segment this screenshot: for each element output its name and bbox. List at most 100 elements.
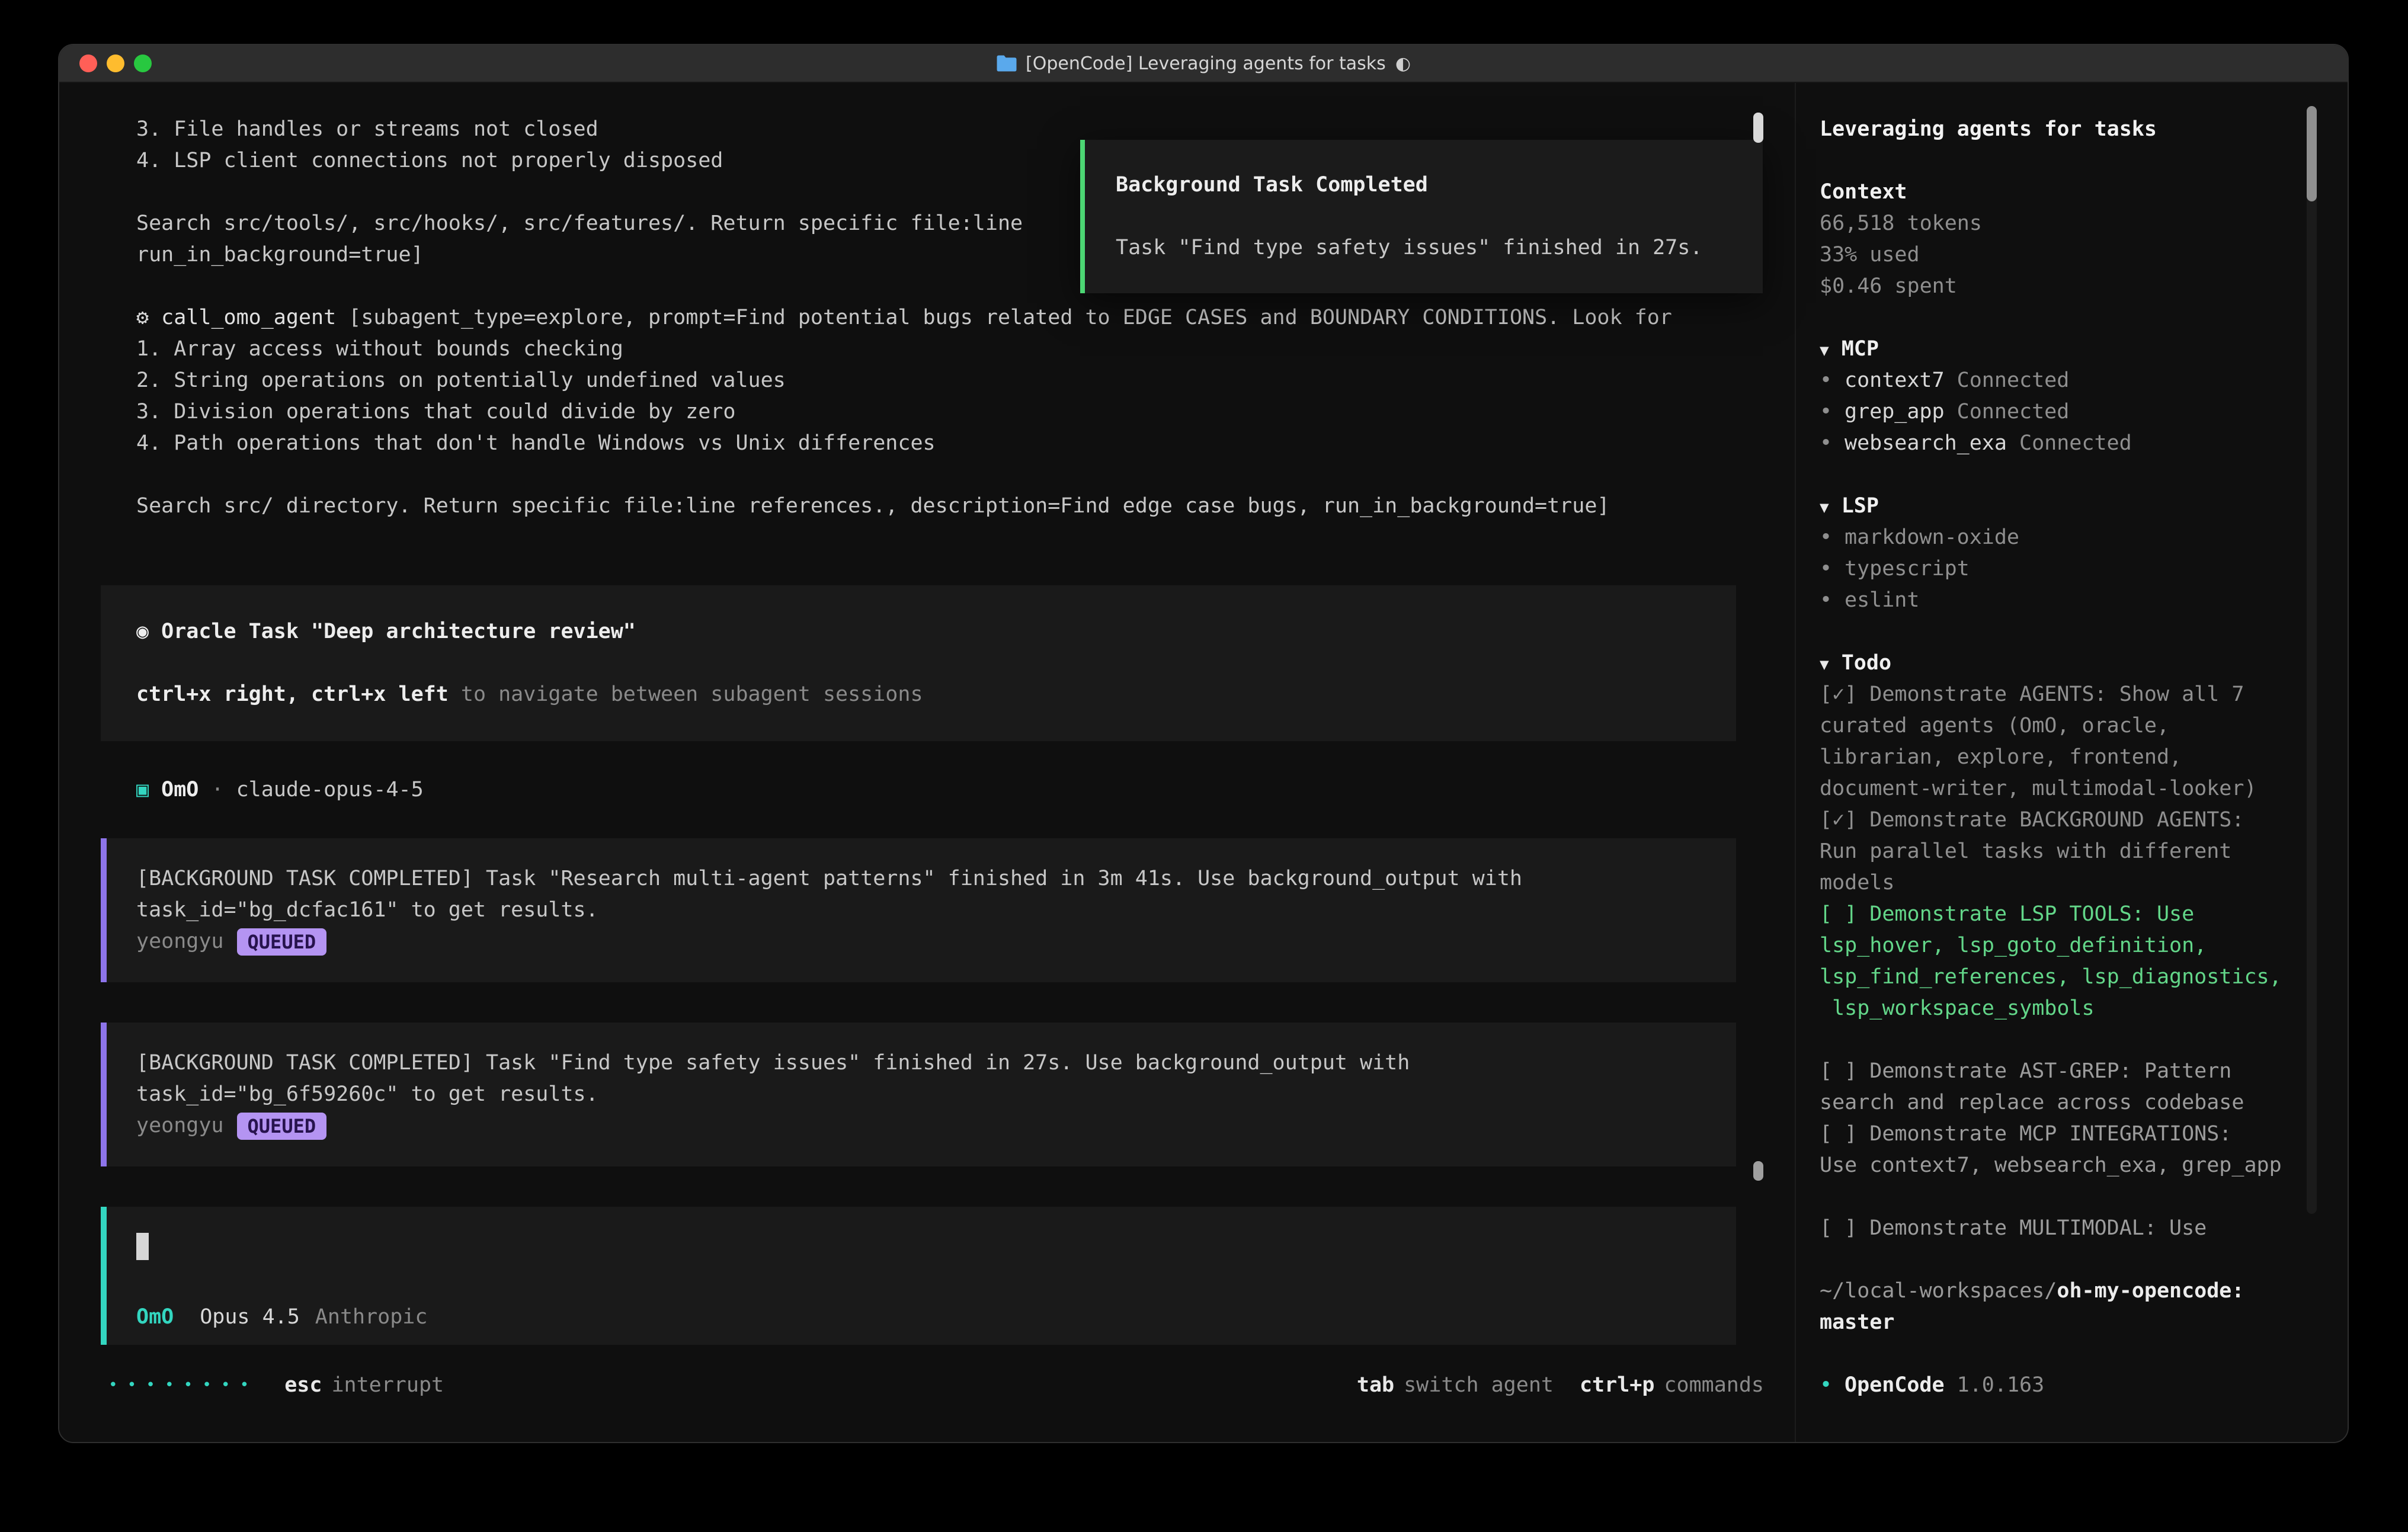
context-section: Context 66,518 tokens 33% used $0.46 spe… (1820, 177, 2324, 302)
context-heading: Context (1820, 177, 2324, 208)
input-line[interactable] (136, 1230, 1701, 1262)
message-author: yeongyu (136, 930, 224, 953)
workspace-path: ~/local-workspaces/oh-my-opencode: (1820, 1275, 2324, 1307)
workspace-branch: master (1820, 1307, 2324, 1338)
input-provider-label: Anthropic (315, 1305, 428, 1329)
window-title-text: [OpenCode] Leveraging agents for tasks (1026, 53, 1386, 74)
lsp-item: •typescript (1820, 553, 2324, 585)
sidebar-title: Leveraging agents for tasks (1820, 114, 2324, 145)
folder-icon (996, 55, 1017, 72)
todo-line: curated agents (OmO, oracle, (1820, 710, 2324, 742)
fisheye-icon: ◉ (136, 620, 149, 643)
spinner-dots: •••••••• (108, 1370, 258, 1401)
message-text-line: task_id="bg_6f59260c" to get results. (136, 1079, 1701, 1110)
lsp-item: •eslint (1820, 585, 2324, 616)
tool-call-line: 4. Path operations that don't handle Win… (136, 428, 1795, 459)
message-text-line: [BACKGROUND TASK COMPLETED] Task "Find t… (136, 1047, 1701, 1079)
bullet-icon: • (1820, 522, 1845, 553)
tool-call-line: 1. Array access without bounds checking (136, 334, 1795, 365)
lsp-section: ▼ LSP •markdown-oxide •typescript •eslin… (1820, 491, 2324, 616)
ctrlp-key-hint: ctrl+pcommands (1580, 1370, 1764, 1401)
todo-line: search and replace across codebase (1820, 1087, 2324, 1118)
background-message: [BACKGROUND TASK COMPLETED] Task "Find t… (101, 1023, 1736, 1166)
oracle-task-panel[interactable]: ◉ Oracle Task "Deep architecture review"… (101, 585, 1736, 741)
context-used: 33% used (1820, 239, 2324, 271)
zoom-button[interactable] (134, 55, 152, 72)
todo-item: [ ] Demonstrate MCP INTEGRATIONS: Use co… (1820, 1118, 2324, 1181)
lsp-item: •markdown-oxide (1820, 522, 2324, 553)
todo-line: librarian, explore, frontend, (1820, 742, 2324, 773)
message-meta: yeongyu QUEUED (136, 926, 1701, 957)
mcp-section-toggle[interactable]: ▼ MCP (1820, 334, 2324, 365)
tool-call-line: 3. Division operations that could divide… (136, 396, 1795, 428)
notification-body: Task "Find type safety issues" finished … (1116, 232, 1730, 264)
notification-title: Background Task Completed (1116, 169, 1730, 201)
chat-input-panel[interactable]: OmOOpus 4.5Anthropic (101, 1207, 1736, 1345)
tool-call-line: 2. String operations on potentially unde… (136, 365, 1795, 396)
sidebar-scrollbar-track[interactable] (2307, 106, 2317, 1214)
mcp-item: •context7 Connected (1820, 365, 2324, 396)
todo-item: [✓] Demonstrate AGENTS: Show all 7 curat… (1820, 679, 2324, 805)
todo-line: Use context7, websearch_exa, grep_app (1820, 1150, 2324, 1181)
todo-line: lsp_hover, lsp_goto_definition, (1820, 930, 2324, 961)
todo-line: [ ] Demonstrate AST-GREP: Pattern (1820, 1056, 2324, 1087)
status-bar: •••••••• esc interrupt tabswitch agent c… (59, 1370, 1795, 1401)
todo-line: document-writer, multimodal-looker) (1820, 773, 2324, 805)
todo-item: [ ] Demonstrate AST-GREP: Pattern search… (1820, 1056, 2324, 1118)
todo-line: [✓] Demonstrate BACKGROUND AGENTS: (1820, 805, 2324, 836)
message-text-line: [BACKGROUND TASK COMPLETED] Task "Resear… (136, 863, 1701, 895)
terminal-main: 3. File handles or streams not closed 4.… (59, 83, 1795, 1442)
mcp-item: •grep_app Connected (1820, 396, 2324, 428)
bullet-icon: • (1820, 396, 1845, 428)
titlebar[interactable]: [OpenCode] Leveraging agents for tasks ◐ (59, 45, 2348, 83)
todo-line: [ ] Demonstrate MULTIMODAL: Use (1820, 1213, 2324, 1244)
chevron-down-icon: ▼ (1820, 656, 1829, 674)
todo-line: models (1820, 867, 2324, 899)
chevron-down-icon: ▼ (1820, 342, 1829, 360)
todo-item: [ ] Demonstrate MULTIMODAL: Use (1820, 1213, 2324, 1244)
todo-line: lsp_workspace_symbols (1820, 993, 2324, 1024)
main-scrollbar-thumb[interactable] (1753, 113, 1763, 143)
lsp-section-toggle[interactable]: ▼ LSP (1820, 491, 2324, 522)
agent-session-header: ▣ OmO · claude-opus-4-5 (136, 774, 1795, 806)
todo-section-toggle[interactable]: ▼ Todo (1820, 648, 2324, 679)
bullet-icon: • (1820, 365, 1845, 396)
context-spent: $0.46 spent (1820, 271, 2324, 302)
background-task-notification: Background Task Completed Task "Find typ… (1080, 140, 1763, 293)
tool-call-args: [subagent_type=explore, prompt=Find pote… (348, 306, 1672, 329)
shortcut-hint: ctrl+x right, ctrl+x left to navigate be… (136, 679, 1701, 710)
opencode-window: [OpenCode] Leveraging agents for tasks◐ … (58, 44, 2349, 1443)
todo-section: ▼ Todo [✓] Demonstrate AGENTS: Show all … (1820, 648, 2324, 1244)
separator-dot: · (211, 778, 223, 802)
context-tokens: 66,518 tokens (1820, 208, 2324, 239)
minimize-button[interactable] (107, 55, 124, 72)
bullet-icon: • (1820, 585, 1845, 616)
todo-item-active: [ ] Demonstrate LSP TOOLS: Use lsp_hover… (1820, 899, 2324, 1024)
close-button[interactable] (79, 55, 97, 72)
esc-key-hint: esc (284, 1370, 322, 1401)
input-model-label: Opus 4.5 (200, 1305, 300, 1329)
chevron-down-icon: ▼ (1820, 499, 1829, 517)
todo-line: [ ] Demonstrate LSP TOOLS: Use (1820, 899, 2324, 930)
sidebar-scrollbar-thumb[interactable] (2307, 106, 2317, 201)
shortcut-keys: ctrl+x right, ctrl+x left (136, 682, 449, 706)
todo-line: [ ] Demonstrate MCP INTEGRATIONS: (1820, 1118, 2324, 1150)
bullet-icon: • (1820, 553, 1845, 585)
agent-name: OmO (161, 778, 198, 802)
queued-badge: QUEUED (237, 1113, 327, 1140)
messages-scrollbar-thumb[interactable] (1753, 1161, 1763, 1181)
tool-call-footer: Search src/ directory. Return specific f… (136, 491, 1795, 522)
todo-line: lsp_find_references, lsp_diagnostics, (1820, 961, 2324, 993)
mcp-section: ▼ MCP •context7 Connected •grep_app Conn… (1820, 334, 2324, 459)
session-clock-icon: ◐ (1395, 53, 1411, 74)
tool-call-name: call_omo_agent (161, 306, 336, 329)
workspace-info: ~/local-workspaces/oh-my-opencode: maste… (1820, 1275, 2324, 1338)
message-author: yeongyu (136, 1114, 224, 1137)
input-model-row: OmOOpus 4.5Anthropic (136, 1302, 1701, 1333)
mcp-item: •websearch_exa Connected (1820, 428, 2324, 459)
window-title: [OpenCode] Leveraging agents for tasks ◐ (996, 53, 1411, 74)
agent-square-icon: ▣ (136, 778, 149, 802)
tab-key-hint: tabswitch agent (1357, 1370, 1554, 1401)
queued-badge: QUEUED (237, 928, 327, 956)
opencode-version: 1.0.163 (1957, 1373, 2045, 1397)
